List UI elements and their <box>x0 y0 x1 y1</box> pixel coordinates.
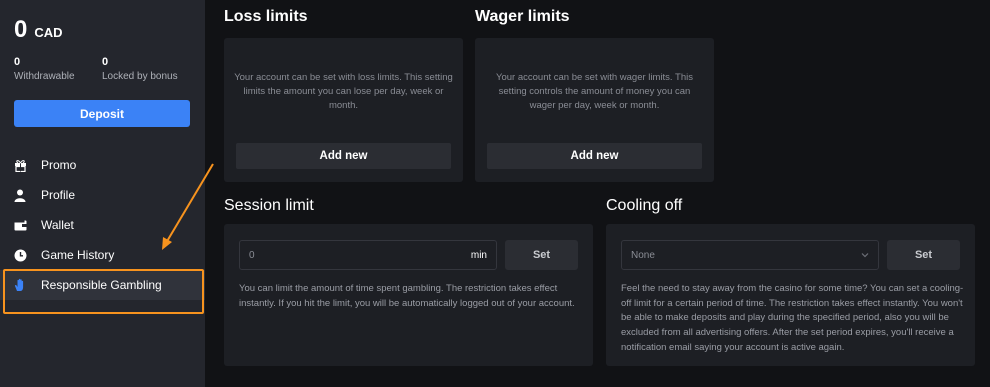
chevron-down-icon <box>861 253 869 258</box>
balance-currency: CAD <box>34 25 63 40</box>
wager-limits-title: Wager limits <box>475 8 570 25</box>
locked-value: 0 <box>102 56 109 68</box>
withdrawable-balance: 0 Withdrawable <box>14 56 75 82</box>
add-wager-limit-button[interactable]: Add new <box>487 143 702 169</box>
clock-icon <box>13 248 27 262</box>
sidebar-item-label: Game History <box>41 248 115 262</box>
cooling-off-set-button[interactable]: Set <box>887 240 960 270</box>
session-limit-title: Session limit <box>224 197 314 214</box>
session-limit-input[interactable]: 0 min <box>239 240 497 270</box>
wager-limits-card: Your account can be set with wager limit… <box>475 38 714 182</box>
sidebar-item-label: Profile <box>41 188 76 202</box>
deposit-button[interactable]: Deposit <box>14 100 190 127</box>
wager-limits-text: Your account can be set with wager limit… <box>496 72 693 111</box>
sidebar-item-label: Promo <box>41 158 77 172</box>
balance: 0 CAD <box>14 16 63 44</box>
locked-balance: 0 Locked by bonus <box>102 56 178 82</box>
session-limit-card: 0 min Set You can limit the amount of ti… <box>224 224 593 366</box>
annotation-arrow-icon <box>162 163 214 250</box>
sidebar-item-label: Wallet <box>41 218 74 232</box>
loss-limits-card: Your account can be set with loss limits… <box>224 38 463 182</box>
loss-limits-text: Your account can be set with loss limits… <box>234 72 453 111</box>
cooling-off-card: None Set Feel the need to stay away from… <box>606 224 975 366</box>
balance-amount: 0 <box>14 16 28 43</box>
wallet-icon <box>13 218 27 232</box>
highlight-box <box>3 269 204 314</box>
withdrawable-value: 0 <box>14 56 21 68</box>
gift-icon <box>13 158 27 172</box>
add-loss-limit-button[interactable]: Add new <box>236 143 451 169</box>
session-limit-value: 0 <box>249 250 255 261</box>
cooling-off-selected-value: None <box>631 250 655 261</box>
user-icon <box>13 188 27 202</box>
cooling-off-select[interactable]: None <box>621 240 879 270</box>
session-limit-set-button[interactable]: Set <box>505 240 578 270</box>
cooling-off-description: Feel the need to stay away from the casi… <box>621 283 964 353</box>
cooling-off-title: Cooling off <box>606 197 683 214</box>
session-limit-description: You can limit the amount of time spent g… <box>239 283 575 309</box>
withdrawable-label: Withdrawable <box>14 71 75 82</box>
locked-label: Locked by bonus <box>102 71 178 82</box>
loss-limits-title: Loss limits <box>224 8 308 25</box>
session-limit-unit: min <box>470 250 487 261</box>
